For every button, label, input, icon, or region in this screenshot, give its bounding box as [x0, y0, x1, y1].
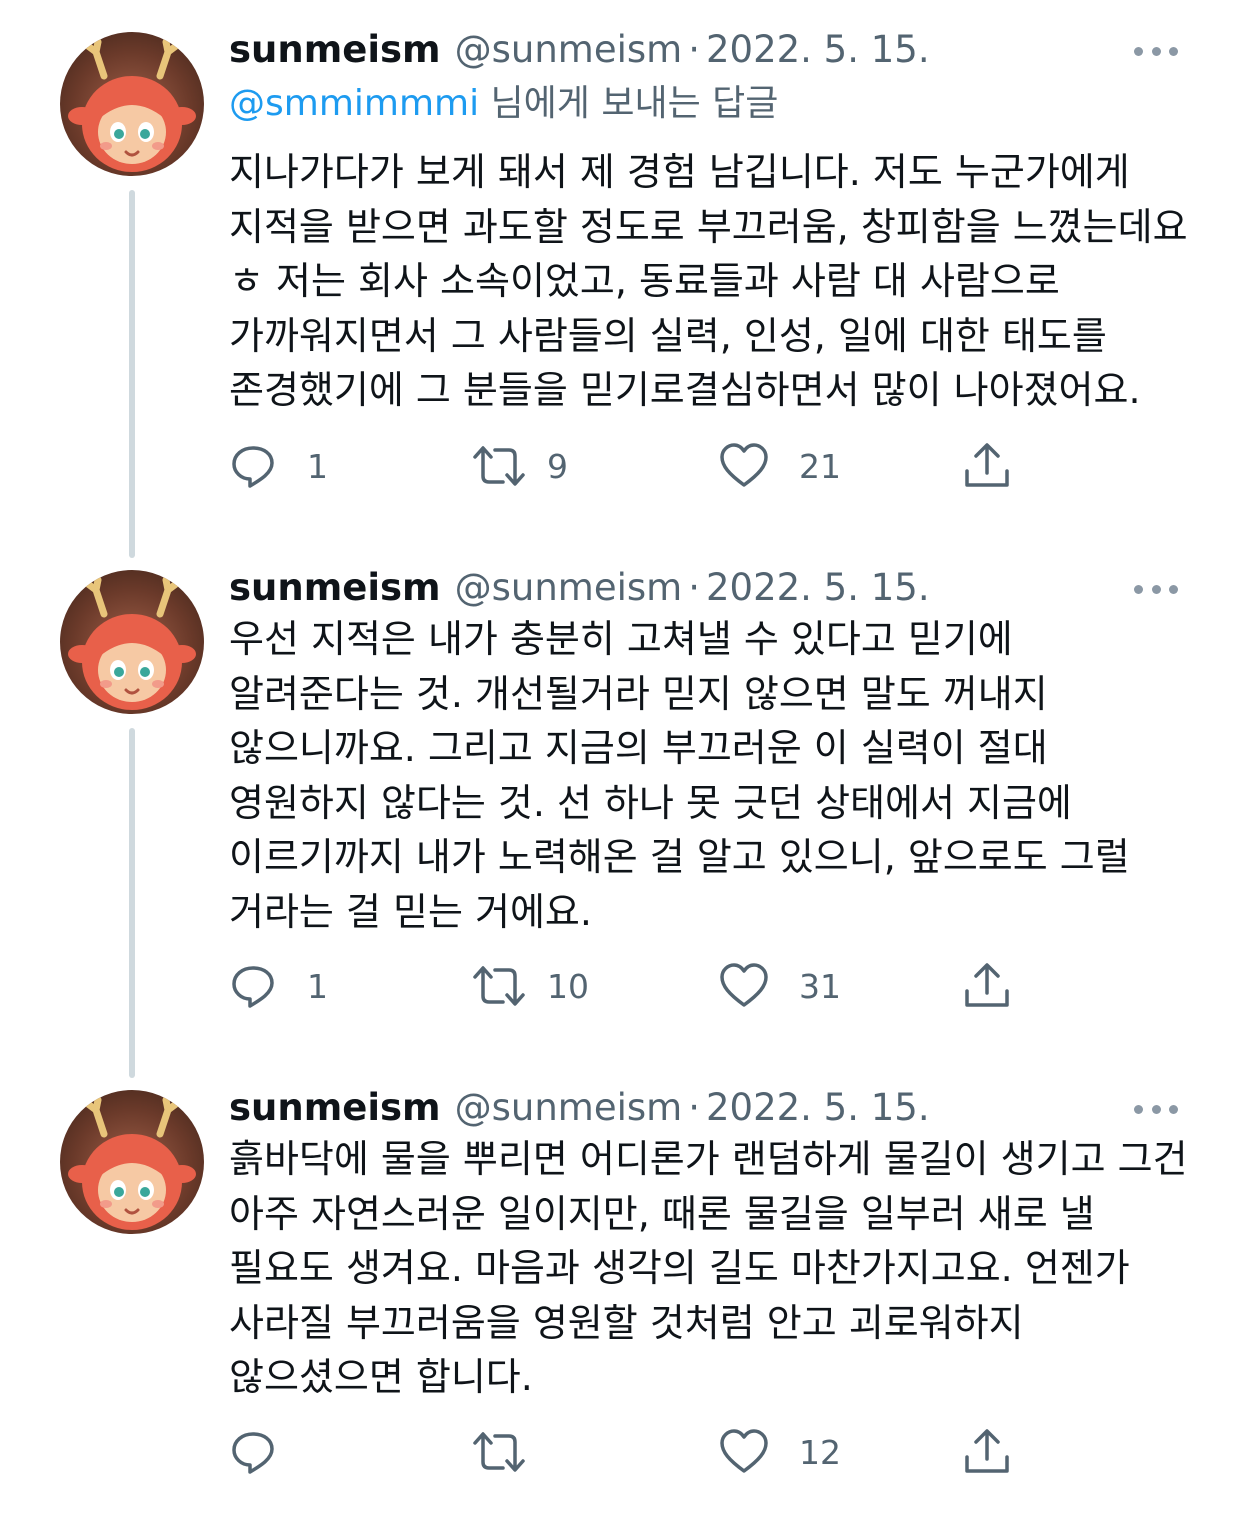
reply-icon	[232, 1432, 274, 1474]
thread-line	[129, 728, 135, 1078]
more-icon[interactable]	[1134, 44, 1178, 58]
username[interactable]: @sunmeism	[455, 1088, 683, 1128]
username[interactable]: @sunmeism	[455, 30, 683, 70]
share-button[interactable]	[963, 960, 1011, 1012]
retweet-icon	[473, 966, 525, 1006]
deer-avatar-icon	[68, 1096, 196, 1230]
tweet-header: sunmeism @sunmeism · 2022. 5. 15.	[229, 1088, 930, 1128]
avatar[interactable]	[60, 570, 204, 714]
deer-avatar-icon	[68, 576, 196, 710]
tweet-actions: 12	[229, 1426, 1029, 1478]
tweet-header: sunmeism @sunmeism · 2022. 5. 15.	[229, 568, 930, 608]
username[interactable]: @sunmeism	[455, 568, 683, 608]
tweet-actions: 1 10 31	[229, 960, 1029, 1012]
tweet-text: 흙바닥에 물을 뿌리면 어디론가 랜덤하게 물길이 생기고 그건 아주 자연스러…	[229, 1137, 1200, 1399]
retweet-button[interactable]	[471, 1426, 547, 1478]
retweet-icon	[473, 1432, 525, 1472]
replying-to: @smmimmmi 님에게 보내는 답글	[229, 82, 778, 126]
tweet-actions: 1 9 21	[229, 440, 1029, 492]
retweet-count: 9	[547, 446, 568, 486]
like-button[interactable]: 31	[719, 960, 841, 1012]
display-name[interactable]: sunmeism	[229, 1088, 441, 1128]
tweet-date[interactable]: 2022. 5. 15.	[706, 1088, 930, 1128]
tweet-text: 우선 지적은 내가 충분히 고쳐낼 수 있다고 믿기에 알려준다는 것. 개선될…	[229, 617, 1142, 934]
heart-icon	[720, 443, 768, 487]
reply-icon	[232, 966, 274, 1008]
share-icon	[965, 963, 1009, 1007]
like-count: 31	[799, 966, 841, 1006]
tweet-date[interactable]: 2022. 5. 15.	[706, 568, 930, 608]
more-icon[interactable]	[1134, 582, 1178, 596]
replying-to-label: 님에게 보내는 답글	[479, 83, 779, 124]
separator: ·	[688, 566, 700, 609]
share-button[interactable]	[963, 1426, 1011, 1478]
like-button[interactable]: 12	[719, 1426, 841, 1478]
reply-button[interactable]	[229, 1426, 307, 1478]
like-count: 21	[799, 446, 841, 486]
reply-button[interactable]: 1	[229, 960, 328, 1012]
separator: ·	[688, 28, 700, 71]
retweet-button[interactable]: 10	[471, 960, 589, 1012]
retweet-count: 10	[547, 966, 589, 1006]
tweet-text: 지나가다가 보게 돼서 제 경험 남깁니다. 저도 누군가에게 지적을 받으면 …	[229, 150, 1200, 412]
share-button[interactable]	[963, 440, 1011, 492]
reply-count: 1	[307, 966, 328, 1006]
heart-icon	[720, 963, 768, 1007]
heart-icon	[720, 1429, 768, 1473]
share-icon	[965, 1429, 1009, 1473]
like-button[interactable]: 21	[719, 440, 841, 492]
deer-avatar-icon	[68, 38, 196, 172]
thread-line	[129, 190, 135, 558]
retweet-button[interactable]: 9	[471, 440, 568, 492]
display-name[interactable]: sunmeism	[229, 30, 441, 70]
tweet-header: sunmeism @sunmeism · 2022. 5. 15.	[229, 30, 930, 70]
reply-count: 1	[307, 446, 328, 486]
more-icon[interactable]	[1134, 1102, 1178, 1116]
avatar[interactable]	[60, 1090, 204, 1234]
like-count: 12	[799, 1432, 841, 1472]
separator: ·	[688, 1086, 700, 1129]
share-icon	[965, 443, 1009, 487]
retweet-icon	[473, 446, 525, 486]
reply-icon	[232, 446, 274, 488]
reply-button[interactable]: 1	[229, 440, 328, 492]
mention-link[interactable]: @smmimmmi	[229, 83, 479, 124]
display-name[interactable]: sunmeism	[229, 568, 441, 608]
tweet-date[interactable]: 2022. 5. 15.	[706, 30, 930, 70]
avatar[interactable]	[60, 32, 204, 176]
